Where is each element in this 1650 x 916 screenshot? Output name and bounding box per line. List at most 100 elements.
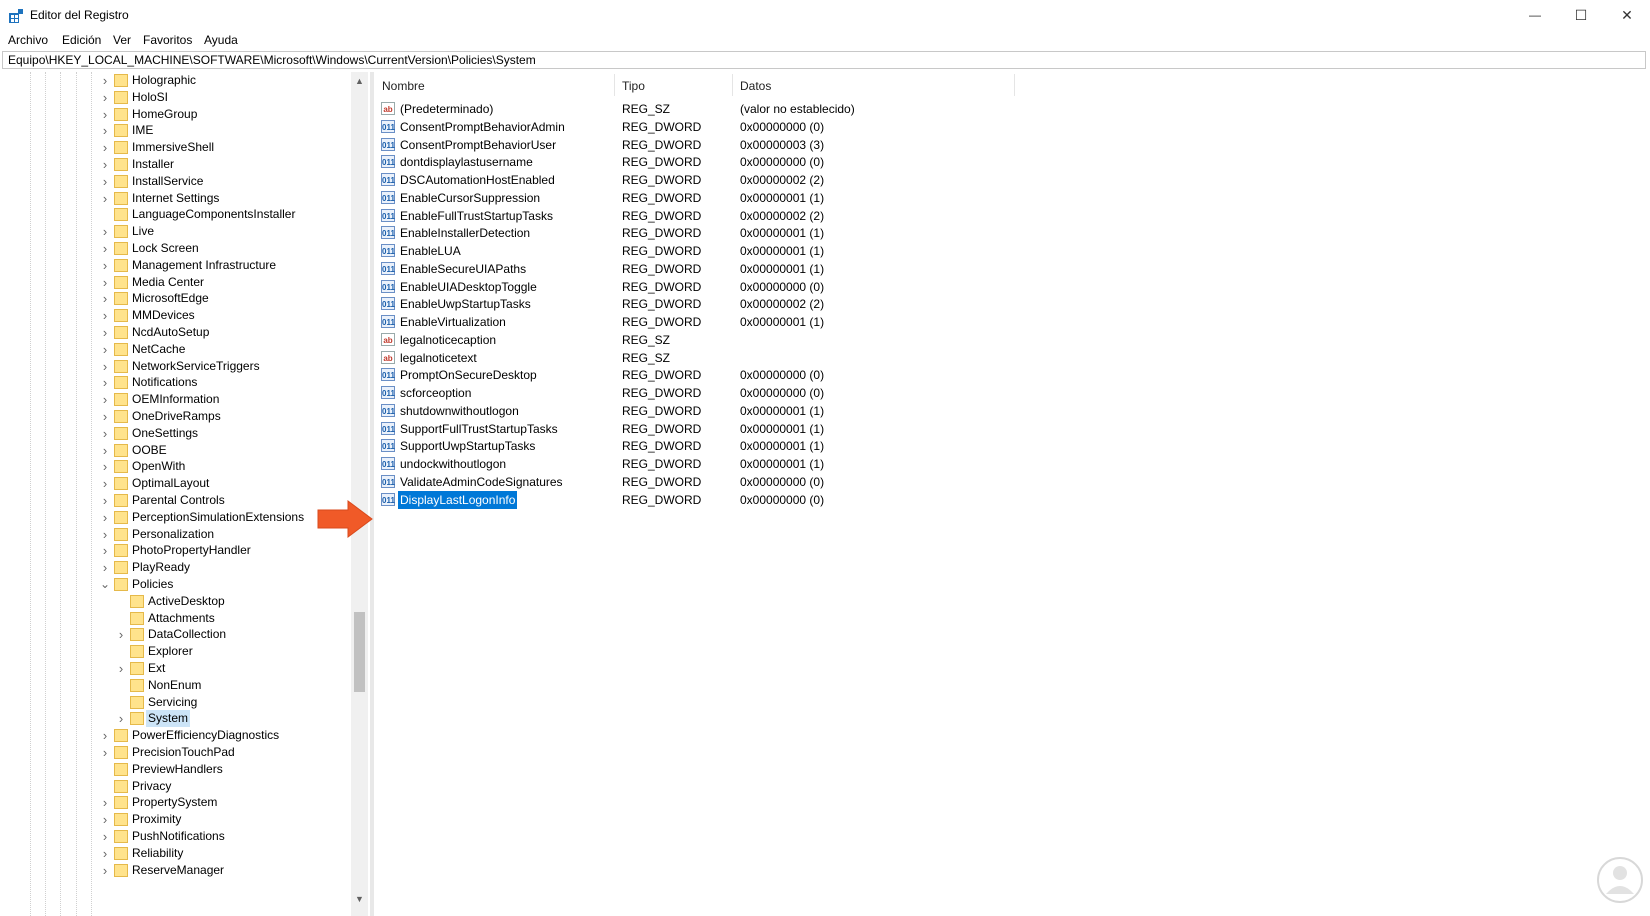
scroll-up-icon[interactable]: ▲ [351, 72, 368, 89]
value-row[interactable]: 011 dontdisplaylastusername REG_DWORD 0x000… [374, 153, 1074, 171]
value-row[interactable]: ab (Predeterminado) REG_SZ (valor no establ… [374, 100, 1074, 118]
chevron-right-icon[interactable]: › [116, 710, 126, 727]
tree-item[interactable]: › Installer [0, 156, 350, 173]
maximize-button[interactable]: ☐ [1558, 0, 1604, 30]
menu-ayuda[interactable]: Ayuda [204, 33, 238, 47]
value-row[interactable]: 011 undockwithoutlogon REG_DWORD 0x00000001… [374, 455, 1074, 473]
scrollbar-thumb[interactable] [354, 612, 365, 692]
column-header-data[interactable]: Datos [740, 76, 771, 96]
tree-item[interactable]: › DataCollection [0, 626, 350, 643]
tree-item[interactable]: Explorer [0, 643, 350, 660]
chevron-right-icon[interactable]: › [100, 240, 110, 257]
chevron-right-icon[interactable]: › [100, 811, 110, 828]
chevron-right-icon[interactable]: › [100, 845, 110, 862]
chevron-right-icon[interactable]: › [100, 89, 110, 106]
chevron-right-icon[interactable]: › [100, 223, 110, 240]
tree-item[interactable]: › PerceptionSimulationExtensions [0, 509, 350, 526]
address-bar[interactable]: Equipo\HKEY_LOCAL_MACHINE\SOFTWARE\Micro… [2, 51, 1646, 69]
tree-scrollbar[interactable]: ▲ ▼ [351, 72, 368, 916]
value-row[interactable]: 011 shutdownwithoutlogon REG_DWORD 0x000000… [374, 402, 1074, 420]
tree-item[interactable]: › Management Infrastructure [0, 257, 350, 274]
column-separator[interactable] [1014, 74, 1015, 96]
chevron-right-icon[interactable]: › [100, 408, 110, 425]
chevron-right-icon[interactable]: › [100, 257, 110, 274]
chevron-right-icon[interactable]: › [116, 626, 126, 643]
value-row[interactable]: 011 ValidateAdminCodeSignatures REG_DWORD 0… [374, 473, 1074, 491]
tree-item[interactable]: › OptimalLayout [0, 475, 350, 492]
tree-item[interactable]: › ReserveManager [0, 862, 350, 879]
key-tree[interactable]: › Holographic › HoloSI › HomeGroup › IME › Immers… [0, 72, 371, 916]
menu-edicion[interactable]: Edición [62, 33, 101, 47]
tree-item[interactable]: › Parental Controls [0, 492, 350, 509]
minimize-button[interactable]: — [1512, 0, 1558, 30]
tree-item[interactable]: NonEnum [0, 677, 350, 694]
chevron-right-icon[interactable]: › [100, 358, 110, 375]
tree-item[interactable]: › PlayReady [0, 559, 350, 576]
chevron-right-icon[interactable]: › [100, 425, 110, 442]
tree-item[interactable]: › Lock Screen [0, 240, 350, 257]
chevron-right-icon[interactable]: › [100, 190, 110, 207]
value-row[interactable]: 011 EnableUwpStartupTasks REG_DWORD 0x00000… [374, 295, 1074, 313]
value-row[interactable]: 011 EnableLUA REG_DWORD 0x00000001 (1) [374, 242, 1074, 260]
chevron-right-icon[interactable]: › [100, 862, 110, 879]
tree-item[interactable]: ActiveDesktop [0, 593, 350, 610]
chevron-right-icon[interactable]: › [100, 122, 110, 139]
tree-item[interactable]: LanguageComponentsInstaller [0, 206, 350, 223]
chevron-right-icon[interactable]: › [100, 307, 110, 324]
chevron-right-icon[interactable]: › [100, 274, 110, 291]
value-row[interactable]: 011 PromptOnSecureDesktop REG_DWORD 0x00000… [374, 366, 1074, 384]
menu-ver[interactable]: Ver [113, 33, 131, 47]
tree-item[interactable]: › MicrosoftEdge [0, 290, 350, 307]
value-row[interactable]: 011 DisplayLastLogonInfo REG_DWORD 0x000000… [374, 490, 1074, 509]
tree-item[interactable]: Privacy [0, 778, 350, 795]
tree-item[interactable]: Attachments [0, 610, 350, 627]
value-row[interactable]: 011 SupportUwpStartupTasks REG_DWORD 0x0000… [374, 437, 1074, 455]
tree-item[interactable]: › Reliability [0, 845, 350, 862]
chevron-right-icon[interactable]: › [116, 660, 126, 677]
column-header-name[interactable]: Nombre [382, 76, 425, 96]
chevron-right-icon[interactable]: › [100, 106, 110, 123]
chevron-right-icon[interactable]: › [100, 458, 110, 475]
tree-item[interactable]: › OEMInformation [0, 391, 350, 408]
value-row[interactable]: 011 ConsentPromptBehaviorUser REG_DWORD 0x0… [374, 136, 1074, 154]
chevron-right-icon[interactable]: › [100, 559, 110, 576]
value-row[interactable]: 011 EnableInstallerDetection REG_DWORD 0x00… [374, 224, 1074, 242]
tree-item[interactable]: › PhotoPropertyHandler [0, 542, 350, 559]
chevron-right-icon[interactable]: › [100, 727, 110, 744]
tree-item[interactable]: › Personalization [0, 526, 350, 543]
chevron-right-icon[interactable]: › [100, 341, 110, 358]
tree-item[interactable]: › PrecisionTouchPad [0, 744, 350, 761]
tree-item[interactable]: › HomeGroup [0, 106, 350, 123]
value-row[interactable]: 011 EnableFullTrustStartupTasks REG_DWORD 0… [374, 207, 1074, 225]
tree-item[interactable]: › ImmersiveShell [0, 139, 350, 156]
tree-item[interactable]: › NcdAutoSetup [0, 324, 350, 341]
chevron-right-icon[interactable]: › [100, 139, 110, 156]
chevron-right-icon[interactable]: › [100, 324, 110, 341]
tree-item[interactable]: › Holographic [0, 72, 350, 89]
value-row[interactable]: 011 scforceoption REG_DWORD 0x00000000 (0) [374, 384, 1074, 402]
value-row[interactable]: 011 DSCAutomationHostEnabled REG_DWORD 0x00… [374, 171, 1074, 189]
menu-favoritos[interactable]: Favoritos [143, 33, 192, 47]
menu-archivo[interactable]: Archivo [8, 33, 48, 47]
chevron-right-icon[interactable]: › [100, 374, 110, 391]
chevron-right-icon[interactable]: › [100, 290, 110, 307]
column-separator[interactable] [732, 74, 733, 96]
tree-item[interactable]: › Media Center [0, 274, 350, 291]
value-row[interactable]: 011 EnableVirtualization REG_DWORD 0x000000… [374, 313, 1074, 331]
tree-item[interactable]: › Proximity [0, 811, 350, 828]
chevron-right-icon[interactable]: › [100, 526, 110, 543]
tree-item[interactable]: › PropertySystem [0, 794, 350, 811]
column-separator[interactable] [614, 74, 615, 96]
tree-item[interactable]: › System [0, 710, 350, 728]
chevron-right-icon[interactable]: › [100, 542, 110, 559]
chevron-right-icon[interactable]: › [100, 173, 110, 190]
tree-item[interactable]: ⌄ Policies [0, 576, 350, 593]
tree-item[interactable]: › PowerEfficiencyDiagnostics [0, 727, 350, 744]
chevron-right-icon[interactable]: › [100, 72, 110, 89]
tree-item[interactable]: › PushNotifications [0, 828, 350, 845]
tree-item[interactable]: › Internet Settings [0, 190, 350, 207]
tree-item[interactable]: › OOBE [0, 442, 350, 459]
value-row[interactable]: 011 EnableCursorSuppression REG_DWORD 0x000… [374, 189, 1074, 207]
chevron-down-icon[interactable]: ⌄ [100, 576, 110, 593]
value-row[interactable]: 011 ConsentPromptBehaviorAdmin REG_DWORD 0x… [374, 118, 1074, 136]
